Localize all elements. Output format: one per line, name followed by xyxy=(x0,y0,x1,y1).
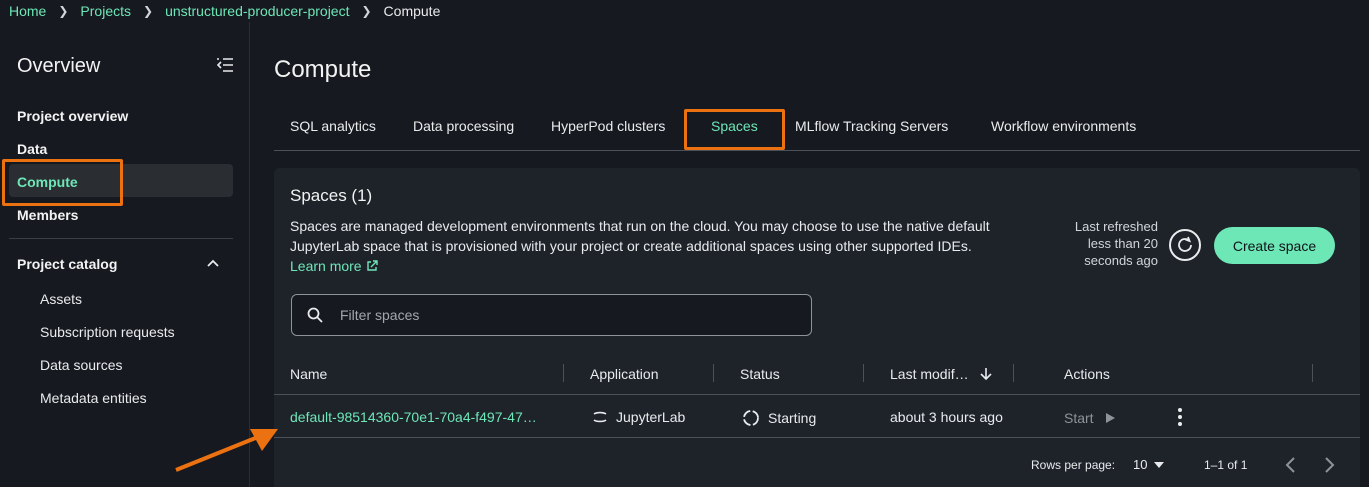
main-content: Compute SQL analytics Data processing Hy… xyxy=(250,22,1369,487)
page-title: Compute xyxy=(274,56,372,83)
sidebar-item-members[interactable]: Members xyxy=(17,207,78,223)
chevron-right-icon: ❯ xyxy=(58,4,69,18)
more-actions-icon[interactable] xyxy=(1172,407,1188,427)
annotation-arrow-icon xyxy=(175,429,278,472)
collapse-sidebar-icon[interactable] xyxy=(216,57,234,73)
sidebar-item-project-overview[interactable]: Project overview xyxy=(17,108,128,124)
column-header-status[interactable]: Status xyxy=(740,366,780,382)
rows-per-page-label: Rows per page: xyxy=(1031,458,1116,472)
column-resizer[interactable] xyxy=(1013,364,1014,382)
next-page-icon[interactable] xyxy=(1322,456,1336,474)
application-label: JupyterLab xyxy=(616,409,686,425)
sidebar-divider xyxy=(9,238,233,239)
chevron-up-icon[interactable] xyxy=(206,258,220,268)
sidebar-item-data-sources[interactable]: Data sources xyxy=(40,357,122,373)
refresh-icon xyxy=(1178,236,1192,252)
sidebar-title: Overview xyxy=(17,55,101,77)
column-resizer[interactable] xyxy=(713,364,714,382)
breadcrumb-projects[interactable]: Projects xyxy=(80,3,131,19)
last-refreshed-text: Last refreshed less than 20 seconds ago xyxy=(1074,219,1158,268)
refresh-button[interactable] xyxy=(1169,229,1201,261)
column-header-name[interactable]: Name xyxy=(290,366,327,382)
breadcrumb-project[interactable]: unstructured-producer-project xyxy=(165,3,349,19)
sidebar-item-assets[interactable]: Assets xyxy=(40,291,82,307)
column-resizer[interactable] xyxy=(1312,364,1313,382)
tab-sql-analytics[interactable]: SQL analytics xyxy=(290,118,376,134)
search-icon xyxy=(307,307,323,323)
column-header-application[interactable]: Application xyxy=(590,366,659,382)
start-label: Start xyxy=(1064,410,1094,426)
loading-spinner-icon xyxy=(743,410,759,426)
column-resizer[interactable] xyxy=(563,364,564,382)
status-cell: Starting xyxy=(742,409,816,427)
external-link-icon xyxy=(366,260,378,271)
previous-page-icon[interactable] xyxy=(1284,456,1298,474)
panel-description: Spaces are managed development environme… xyxy=(290,218,990,254)
application-cell: JupyterLab xyxy=(592,409,685,425)
annotation-highlight-compute xyxy=(2,159,123,206)
sidebar: Overview Project overview Data Compute M… xyxy=(0,22,250,487)
last-modified-cell: about 3 hours ago xyxy=(890,409,1003,425)
sidebar-item-metadata-entities[interactable]: Metadata entities xyxy=(40,390,147,406)
table-row-divider xyxy=(274,437,1360,438)
status-label: Starting xyxy=(768,410,817,426)
table-header-divider xyxy=(274,394,1360,395)
jupyter-icon xyxy=(593,411,607,423)
sort-descending-icon xyxy=(980,368,992,381)
learn-more-label: Learn more xyxy=(290,258,362,274)
breadcrumb: Home ❯ Projects ❯ unstructured-producer-… xyxy=(0,0,1369,22)
breadcrumb-home[interactable]: Home xyxy=(9,3,46,19)
caret-down-icon xyxy=(1154,461,1165,468)
column-header-actions: Actions xyxy=(1064,366,1110,382)
tab-mlflow-tracking-servers[interactable]: MLflow Tracking Servers xyxy=(795,118,948,134)
start-space-button[interactable]: Start xyxy=(1064,410,1116,426)
tab-bar: SQL analytics Data processing HyperPod c… xyxy=(274,116,1360,151)
column-resizer[interactable] xyxy=(863,364,864,382)
tab-data-processing[interactable]: Data processing xyxy=(413,118,514,134)
tab-workflow-environments[interactable]: Workflow environments xyxy=(991,118,1136,134)
annotation-highlight-spaces-tab xyxy=(684,109,785,150)
filter-spaces-field[interactable] xyxy=(291,294,812,336)
learn-more-link[interactable]: Learn more xyxy=(290,258,378,274)
filter-spaces-input[interactable] xyxy=(340,295,800,335)
panel-title: Spaces (1) xyxy=(290,186,373,205)
space-name-link[interactable]: default-98514360-70e1-70a4-f497-47… xyxy=(290,409,537,425)
chevron-right-icon: ❯ xyxy=(361,4,372,18)
column-header-last-modified-label: Last modif… xyxy=(890,366,969,382)
chevron-right-icon: ❯ xyxy=(143,4,154,18)
sidebar-item-subscription-requests[interactable]: Subscription requests xyxy=(40,324,175,340)
rows-per-page-value: 10 xyxy=(1133,457,1148,472)
sidebar-section-project-catalog[interactable]: Project catalog xyxy=(17,256,117,272)
create-space-button[interactable]: Create space xyxy=(1214,227,1335,264)
rows-per-page-select[interactable]: 10 xyxy=(1133,457,1165,472)
play-icon xyxy=(1105,413,1115,423)
pagination-range: 1–1 of 1 xyxy=(1204,458,1248,472)
breadcrumb-current: Compute xyxy=(383,3,441,19)
tab-hyperpod-clusters[interactable]: HyperPod clusters xyxy=(551,118,665,134)
spaces-panel: Spaces (1) Spaces are managed developmen… xyxy=(274,168,1360,487)
sidebar-item-data[interactable]: Data xyxy=(17,141,47,157)
column-header-last-modified[interactable]: Last modif… xyxy=(890,366,993,382)
